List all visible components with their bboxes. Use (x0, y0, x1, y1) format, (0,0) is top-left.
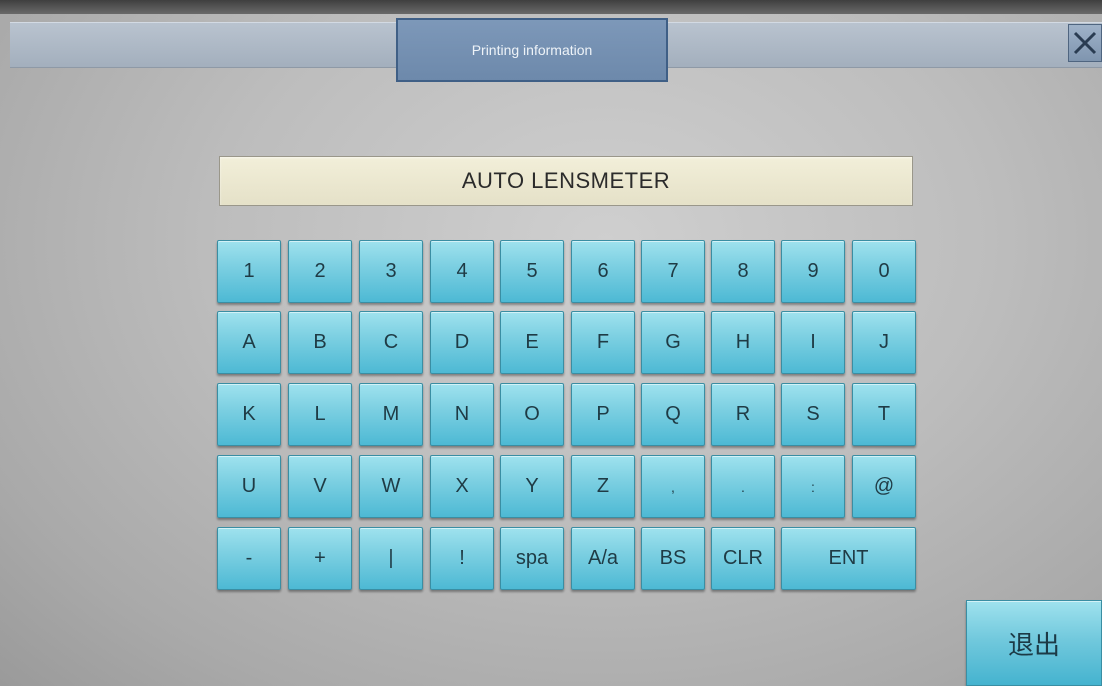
input-display: AUTO LENSMETER (219, 156, 913, 206)
key-4-1[interactable]: + (288, 527, 352, 590)
window-title: Printing information (396, 18, 668, 82)
key-2-3[interactable]: N (430, 383, 494, 446)
key-1-4[interactable]: E (500, 311, 564, 374)
key-2-2[interactable]: M (359, 383, 423, 446)
key-4-2[interactable]: | (359, 527, 423, 590)
key-3-4[interactable]: Y (500, 455, 564, 518)
key-0-6[interactable]: 7 (641, 240, 705, 303)
key-2-8[interactable]: S (781, 383, 845, 446)
key-0-1[interactable]: 2 (288, 240, 352, 303)
key-2-4[interactable]: O (500, 383, 564, 446)
enter-key[interactable]: ENT (781, 527, 916, 590)
key-0-8[interactable]: 9 (781, 240, 845, 303)
key-3-6[interactable]: , (641, 455, 705, 518)
screen: Printing information AUTO LENSMETER 1234… (0, 0, 1102, 686)
key-3-0[interactable]: U (217, 455, 281, 518)
key-4-0[interactable]: - (217, 527, 281, 590)
close-button[interactable] (1068, 24, 1102, 62)
key-4-3[interactable]: ! (430, 527, 494, 590)
key-0-3[interactable]: 4 (430, 240, 494, 303)
key-3-2[interactable]: W (359, 455, 423, 518)
key-1-8[interactable]: I (781, 311, 845, 374)
key-2-7[interactable]: R (711, 383, 775, 446)
key-3-8[interactable]: : (781, 455, 845, 518)
key-3-1[interactable]: V (288, 455, 352, 518)
key-1-3[interactable]: D (430, 311, 494, 374)
key-1-5[interactable]: F (571, 311, 635, 374)
key-0-4[interactable]: 5 (500, 240, 564, 303)
key-1-2[interactable]: C (359, 311, 423, 374)
key-1-0[interactable]: A (217, 311, 281, 374)
key-2-0[interactable]: K (217, 383, 281, 446)
key-0-7[interactable]: 8 (711, 240, 775, 303)
key-2-6[interactable]: Q (641, 383, 705, 446)
key-1-6[interactable]: G (641, 311, 705, 374)
key-0-5[interactable]: 6 (571, 240, 635, 303)
backspace-key[interactable]: BS (641, 527, 705, 590)
close-icon (1073, 31, 1097, 55)
key-2-1[interactable]: L (288, 383, 352, 446)
key-1-1[interactable]: B (288, 311, 352, 374)
key-0-9[interactable]: 0 (852, 240, 916, 303)
key-2-5[interactable]: P (571, 383, 635, 446)
exit-button[interactable]: 退出 (966, 600, 1102, 686)
key-0-2[interactable]: 3 (359, 240, 423, 303)
space-key[interactable]: spa (500, 527, 564, 590)
key-3-9[interactable]: @ (852, 455, 916, 518)
key-3-3[interactable]: X (430, 455, 494, 518)
key-3-7[interactable]: . (711, 455, 775, 518)
key-1-7[interactable]: H (711, 311, 775, 374)
key-2-9[interactable]: T (852, 383, 916, 446)
clear-key[interactable]: CLR (711, 527, 775, 590)
screen-bezel-edge (0, 0, 1102, 14)
key-0-0[interactable]: 1 (217, 240, 281, 303)
key-1-9[interactable]: J (852, 311, 916, 374)
case-toggle-key[interactable]: A/a (571, 527, 635, 590)
key-3-5[interactable]: Z (571, 455, 635, 518)
